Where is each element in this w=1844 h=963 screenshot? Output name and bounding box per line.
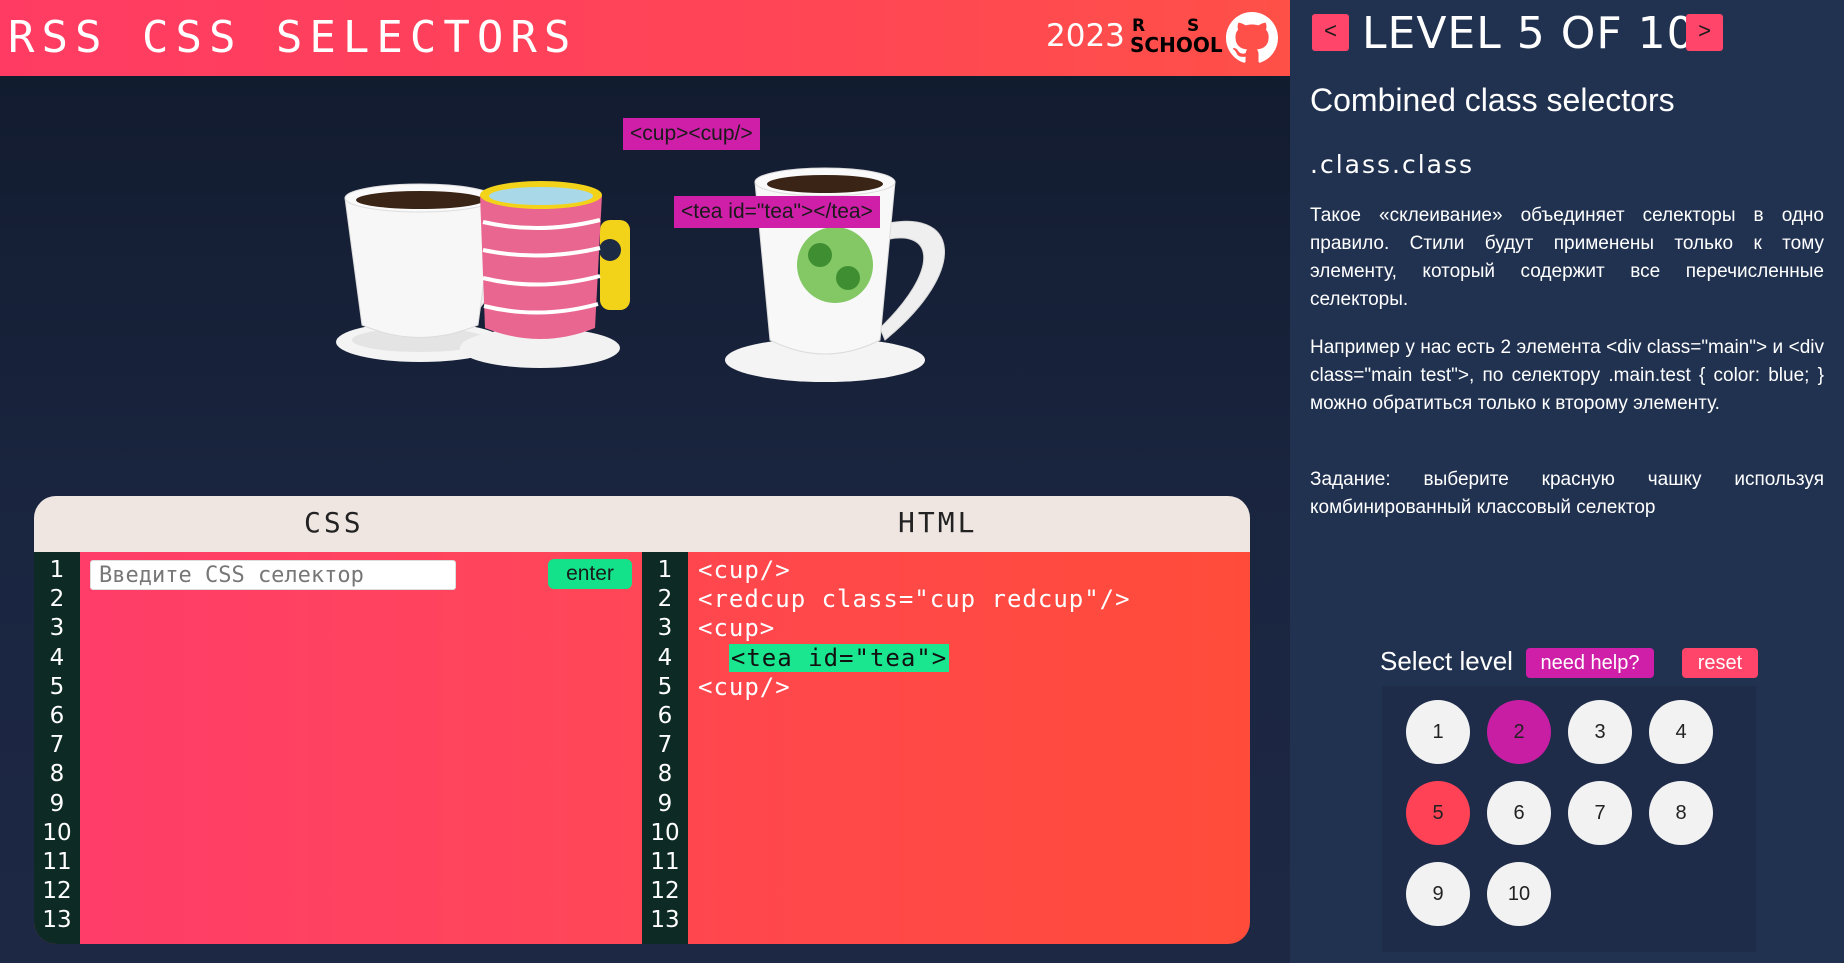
game-area: RSS CSS SELECTORS 2023 R S SCHOOL <cup><… xyxy=(0,0,1290,963)
html-pane: 1 2 3 4 5 6 7 8 9 10 11 12 13 <cup/> <redcup class="… xyxy=(642,552,1250,944)
line-number: 3 xyxy=(657,615,673,642)
html-code: <cup/> <redcup class="cup redcup"/> <cup… xyxy=(698,556,1131,702)
css-header: CSS xyxy=(304,506,364,539)
line-number: 1 xyxy=(657,557,673,583)
line-number: 4 xyxy=(49,644,65,671)
html-line[interactable]: <cup> xyxy=(698,614,1131,643)
level-button-7[interactable]: 7 xyxy=(1568,781,1632,845)
logo-school-text: SCHOOL xyxy=(1130,33,1223,57)
line-number: 13 xyxy=(650,907,680,934)
level-button-6[interactable]: 6 xyxy=(1487,781,1551,845)
line-number: 7 xyxy=(657,732,673,759)
reset-button[interactable]: reset xyxy=(1682,648,1758,678)
level-button-5[interactable]: 5 xyxy=(1406,781,1470,845)
css-line-numbers: 1 2 3 4 5 6 7 8 9 10 11 12 13 xyxy=(34,552,80,944)
cups-illustration xyxy=(336,167,945,382)
html-line[interactable]: <cup/> xyxy=(698,556,1131,585)
next-level-button[interactable]: > xyxy=(1686,14,1723,51)
html-line[interactable]: <cup/> xyxy=(698,673,1131,702)
app-title: RSS CSS SELECTORS xyxy=(8,12,578,63)
select-level-label: Select level xyxy=(1380,646,1513,676)
level-sidebar: < LEVEL 5 OF 10 > Combined class selecto… xyxy=(1290,0,1844,963)
prev-level-button[interactable]: < xyxy=(1312,14,1349,51)
line-number: 1 xyxy=(49,557,65,583)
html-line[interactable]: <tea id="tea"> xyxy=(698,643,1131,673)
line-number: 8 xyxy=(657,761,673,788)
level-button-1[interactable]: 1 xyxy=(1406,700,1470,764)
line-number: 12 xyxy=(42,878,72,905)
line-number: 9 xyxy=(49,790,65,817)
level-title: LEVEL 5 OF 10 xyxy=(1362,8,1696,59)
html-line-numbers: 1 2 3 4 5 6 7 8 9 10 11 12 13 xyxy=(642,552,688,944)
level-button-4[interactable]: 4 xyxy=(1649,700,1713,764)
line-number: 4 xyxy=(657,644,673,671)
tea-tag-tooltip: <tea id="tea"></tea> xyxy=(674,196,880,228)
level-button-10[interactable]: 10 xyxy=(1487,862,1551,926)
line-number: 6 xyxy=(657,702,673,729)
task-paragraph: Задание: выберите красную чашку использу… xyxy=(1310,469,1824,518)
editor-header: CSS HTML xyxy=(34,496,1250,552)
example-paragraph: Например у нас есть 2 элемента <div clas… xyxy=(1310,337,1824,414)
line-number: 7 xyxy=(49,732,65,759)
html-line-highlighted[interactable]: <tea id="tea"> xyxy=(728,643,950,672)
line-number: 12 xyxy=(650,878,680,905)
line-number: 2 xyxy=(657,586,673,613)
level-button-3[interactable]: 3 xyxy=(1568,700,1632,764)
line-number: 10 xyxy=(42,819,72,846)
html-line[interactable]: <redcup class="cup redcup"/> xyxy=(698,585,1131,614)
level-selector: 1 2 3 4 5 6 7 8 9 10 xyxy=(1382,686,1756,952)
line-number: 11 xyxy=(650,848,680,875)
line-number: 5 xyxy=(657,673,673,700)
line-number: 11 xyxy=(42,848,72,875)
css-selector-input[interactable] xyxy=(90,560,456,590)
table-scene: <cup><cup/> <tea id="tea"></tea> xyxy=(320,110,1000,400)
app-header: RSS CSS SELECTORS 2023 R S SCHOOL xyxy=(0,0,1290,76)
selector-syntax: .class.class xyxy=(1310,150,1475,179)
line-number: 2 xyxy=(49,586,65,613)
css-pane: 12345678910111213 enter xyxy=(34,552,642,944)
description-paragraph: Такое «склеивание» объединяет селекторы … xyxy=(1310,205,1824,310)
rs-school-logo[interactable]: R S SCHOOL xyxy=(1128,16,1223,57)
line-number: 9 xyxy=(657,790,673,817)
cup-tag-tooltip: <cup><cup/> xyxy=(623,118,760,150)
help-button[interactable]: need help? xyxy=(1526,648,1654,678)
redcup[interactable] xyxy=(460,181,630,368)
github-icon[interactable] xyxy=(1226,12,1278,64)
line-number: 5 xyxy=(49,673,65,700)
html-header: HTML xyxy=(898,506,978,539)
line-number: 10 xyxy=(650,819,680,846)
line-number: 6 xyxy=(49,702,65,729)
code-editor: CSS HTML 12345678910111213 enter 1234567… xyxy=(34,496,1250,944)
line-number: 3 xyxy=(49,615,65,642)
level-button-9[interactable]: 9 xyxy=(1406,862,1470,926)
level-button-2[interactable]: 2 xyxy=(1487,700,1551,764)
selector-title: Combined class selectors xyxy=(1310,82,1675,118)
level-button-8[interactable]: 8 xyxy=(1649,781,1713,845)
line-number: 13 xyxy=(42,907,72,934)
enter-button[interactable]: enter xyxy=(548,559,632,589)
header-year: 2023 xyxy=(1046,18,1125,54)
line-number: 8 xyxy=(49,761,65,788)
